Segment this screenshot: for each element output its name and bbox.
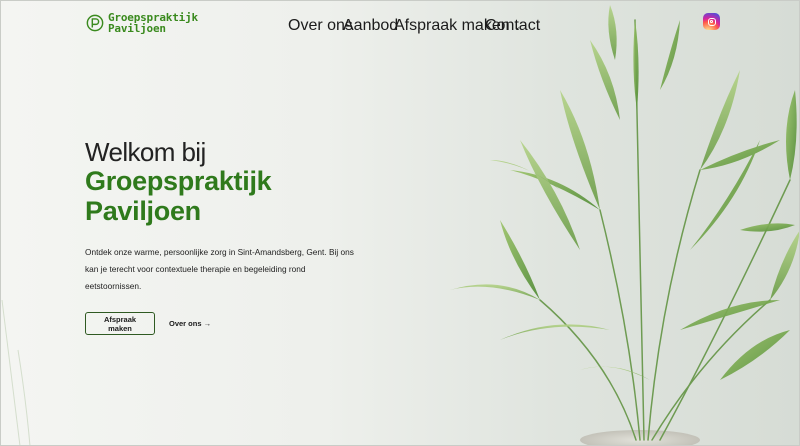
logo-wordmark: Groepspraktijk Paviljoen	[108, 12, 198, 34]
hero-name-line2: Paviljoen	[85, 196, 201, 226]
nav-aanbod[interactable]: Aanbod	[343, 17, 398, 35]
hero-intro: Ontdek onze warme, persoonlijke zorg in …	[85, 247, 354, 291]
logo-icon	[86, 14, 104, 32]
hero-name: Groepspraktijk Paviljoen	[85, 166, 272, 226]
nav-contact[interactable]: Contact	[485, 17, 540, 35]
over-ons-link[interactable]: Over ons →	[169, 319, 211, 328]
brand-logo[interactable]: Groepspraktijk Paviljoen	[86, 12, 198, 34]
instagram-icon[interactable]	[703, 13, 720, 30]
hero-welcome: Welkom bij	[85, 137, 206, 167]
hero-name-line1: Groepspraktijk	[85, 166, 272, 196]
logo-line2: Paviljoen	[108, 22, 166, 35]
afspraak-maken-button[interactable]: Afspraak maken	[85, 312, 155, 335]
instagram-glyph	[707, 17, 716, 26]
